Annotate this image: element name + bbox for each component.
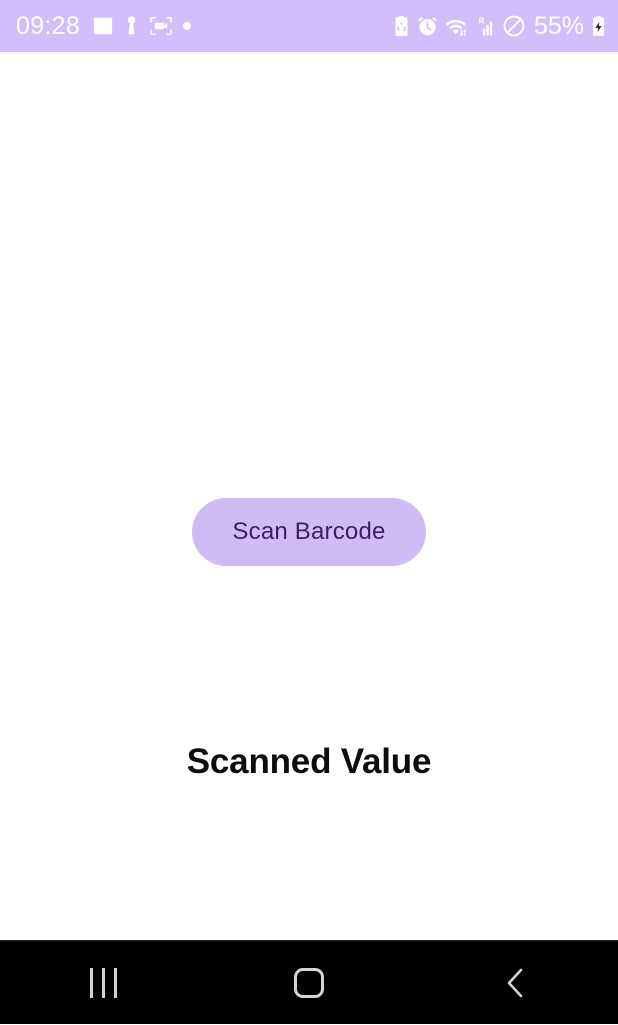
recents-icon xyxy=(89,967,117,998)
phone-screen: 09:28 R 55% Scan Barcode Scanned Value xyxy=(0,0,618,1024)
scanned-value-heading: Scanned Value xyxy=(186,742,432,781)
battery-charging-icon xyxy=(591,15,606,37)
roaming-signal-icon: R xyxy=(475,15,495,37)
status-bar-left-group: 09:28 xyxy=(16,11,192,40)
screen-recorder-icon xyxy=(149,15,173,37)
status-bar-clock: 09:28 xyxy=(16,11,81,40)
app-content-area: Scan Barcode Scanned Value xyxy=(0,52,618,940)
battery-saver-icon xyxy=(393,15,410,37)
scanned-value-text xyxy=(0,794,618,795)
person-icon xyxy=(124,15,139,37)
alarm-icon xyxy=(417,16,438,37)
back-button[interactable] xyxy=(440,941,590,1025)
status-bar-right-group: R 55% xyxy=(393,11,606,40)
dot-indicator-icon xyxy=(183,22,192,30)
svg-text:R: R xyxy=(479,16,485,25)
android-navigation-bar xyxy=(0,940,618,1024)
status-bar: 09:28 R 55% xyxy=(0,0,618,52)
home-button[interactable] xyxy=(234,941,384,1025)
recents-button[interactable] xyxy=(28,941,178,1025)
image-icon xyxy=(92,15,114,37)
do-not-disturb-icon xyxy=(502,14,526,38)
wifi-icon xyxy=(445,16,468,37)
battery-percentage-label: 55% xyxy=(533,11,584,40)
home-icon xyxy=(294,967,324,998)
scan-barcode-button[interactable]: Scan Barcode xyxy=(192,498,426,566)
chevron-left-icon xyxy=(502,966,528,1000)
